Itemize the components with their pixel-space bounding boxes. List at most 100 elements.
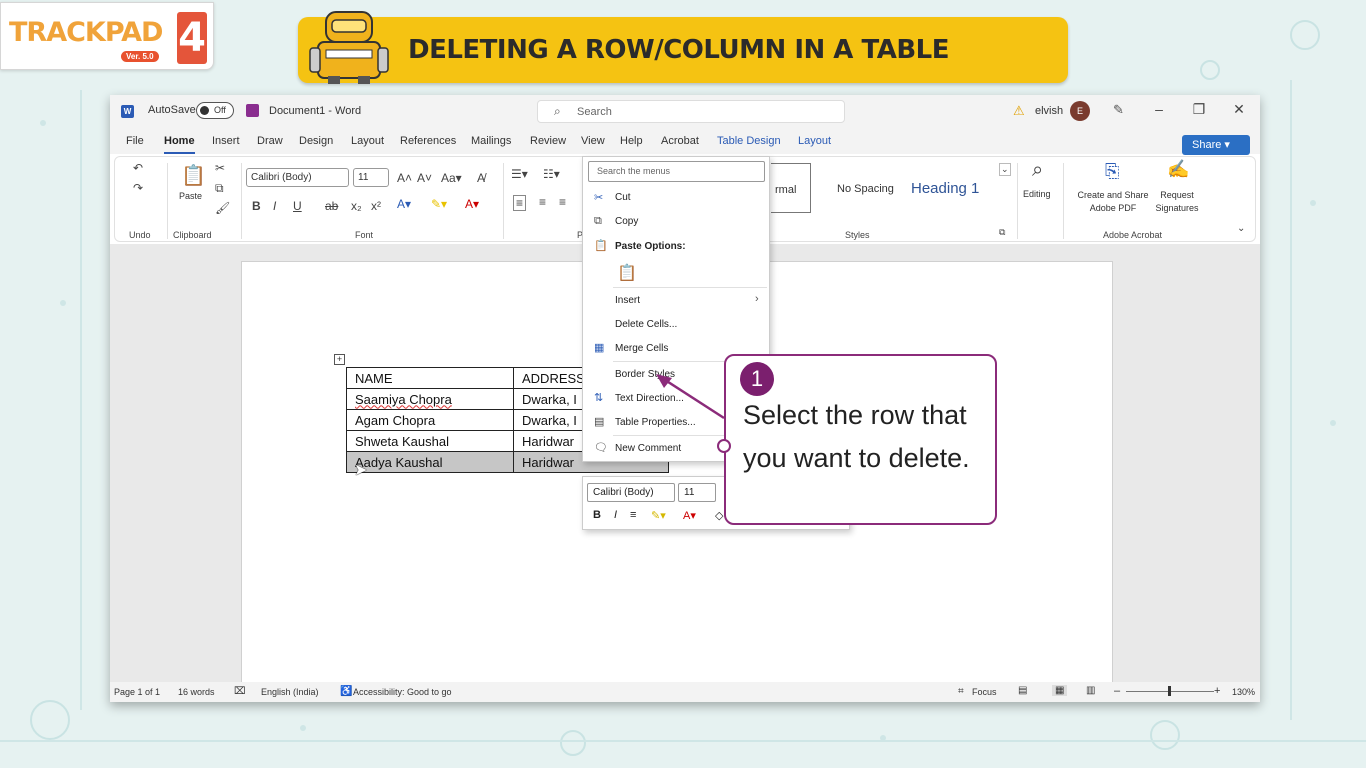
menu-search-input[interactable]: Search the menus (588, 161, 765, 182)
text-effects-icon[interactable]: A▾ (397, 197, 411, 211)
redo-icon[interactable]: ↷ (133, 181, 143, 195)
mini-font-color-icon[interactable]: A▾ (683, 509, 696, 522)
mini-align-icon[interactable]: ≡ (630, 509, 636, 521)
menu-item-merge-cells[interactable]: Merge Cells (615, 343, 668, 354)
style-no-spacing[interactable]: No Spacing (827, 163, 907, 213)
save-icon[interactable] (246, 104, 259, 117)
tab-layout[interactable]: Layout (351, 135, 384, 147)
style-heading-1[interactable]: Heading 1 (911, 163, 1001, 213)
tab-file[interactable]: File (126, 135, 144, 147)
tab-acrobat[interactable]: Acrobat (661, 135, 699, 147)
search-input[interactable]: ⌕ Search (537, 100, 845, 123)
bold-button[interactable]: B (252, 199, 261, 213)
focus-mode[interactable]: Focus (972, 687, 997, 697)
zoom-out-icon[interactable]: – (1114, 685, 1120, 697)
table-cell[interactable]: NAME (346, 367, 514, 389)
menu-item-new-comment[interactable]: New Comment (615, 443, 681, 454)
align-right-icon[interactable]: ≡ (559, 195, 566, 209)
menu-item-copy[interactable]: Copy (615, 216, 638, 227)
tab-table-layout[interactable]: Layout (798, 135, 831, 147)
table-cell[interactable]: Shweta Kaushal (346, 430, 514, 452)
table-cell[interactable]: Aadya Kaushal (346, 451, 514, 473)
font-name-select[interactable]: Calibri (Body) (246, 168, 349, 187)
change-case-icon[interactable]: Aa▾ (441, 171, 462, 185)
paste-label[interactable]: Paste (179, 191, 202, 201)
font-color-icon[interactable]: A▾ (465, 197, 479, 211)
close-icon[interactable]: ✕ (1229, 101, 1249, 118)
proofing-icon[interactable]: ⌧ (234, 686, 246, 697)
pen-icon[interactable]: ✎ (1113, 102, 1124, 118)
read-mode-icon[interactable]: ▤ (1018, 685, 1027, 696)
signature-icon[interactable]: ✍ (1167, 159, 1189, 180)
highlight-icon[interactable]: ✎▾ (431, 197, 447, 211)
table-cell[interactable]: Agam Chopra (346, 409, 514, 431)
style-normal[interactable]: rmal (771, 163, 811, 213)
strikethrough-button[interactable]: ab (325, 199, 338, 213)
table-move-handle-icon[interactable]: + (334, 354, 345, 365)
table-cell[interactable]: Saamiya Chopra (346, 388, 514, 410)
grow-font-icon[interactable]: A˄ (397, 171, 412, 185)
menu-item-delete-cells[interactable]: Delete Cells... (615, 319, 677, 330)
request-signatures-label[interactable]: Request Signatures (1151, 189, 1203, 215)
font-size-select[interactable]: 11 (353, 168, 389, 187)
zoom-slider-handle[interactable] (1168, 686, 1171, 696)
tab-mailings[interactable]: Mailings (471, 135, 511, 147)
mini-shading-icon[interactable]: ◇ (715, 509, 723, 522)
zoom-in-icon[interactable]: + (1214, 685, 1220, 697)
word-count[interactable]: 16 words (178, 687, 215, 697)
tab-draw[interactable]: Draw (257, 135, 283, 147)
tab-references[interactable]: References (400, 135, 456, 147)
create-share-pdf-label[interactable]: Create and Share Adobe PDF (1071, 189, 1155, 215)
menu-item-text-direction[interactable]: Text Direction... (615, 393, 684, 404)
copy-icon[interactable]: ⧉ (215, 181, 224, 196)
tab-insert[interactable]: Insert (212, 135, 240, 147)
cut-icon[interactable]: ✂ (215, 161, 225, 175)
align-left-icon[interactable]: ≡ (513, 195, 527, 211)
tab-help[interactable]: Help (620, 135, 643, 147)
paste-icon[interactable]: 📋 (181, 163, 206, 188)
print-layout-icon[interactable]: ▦ (1052, 685, 1068, 696)
menu-item-border-styles[interactable]: Border Styles (615, 369, 675, 380)
tab-review[interactable]: Review (530, 135, 566, 147)
clear-format-icon[interactable]: A̸ (477, 171, 485, 185)
tab-table-design[interactable]: Table Design (717, 135, 781, 147)
user-name[interactable]: elvish (1035, 105, 1063, 117)
mini-bold-button[interactable]: B (593, 509, 601, 521)
editing-search-icon[interactable]: ⌕ (1032, 159, 1043, 182)
language[interactable]: English (India) (261, 687, 319, 697)
align-center-icon[interactable]: ≡ (539, 195, 546, 209)
share-button[interactable]: Share ▾ (1182, 135, 1250, 155)
format-painter-icon[interactable]: 🖌 (215, 201, 230, 215)
zoom-level[interactable]: 130% (1232, 687, 1255, 697)
warning-icon[interactable]: ⚠ (1013, 103, 1025, 119)
menu-item-table-properties[interactable]: Table Properties... (615, 417, 696, 428)
autosave-toggle[interactable]: Off (196, 102, 234, 119)
bullets-icon[interactable]: ☰▾ (511, 167, 528, 181)
italic-button[interactable]: I (273, 199, 276, 213)
mini-font-size[interactable]: 11 (678, 483, 716, 502)
tab-home[interactable]: Home (164, 135, 195, 154)
tab-view[interactable]: View (581, 135, 605, 147)
tab-design[interactable]: Design (299, 135, 333, 147)
mini-font-name[interactable]: Calibri (Body) (587, 483, 675, 502)
styles-launcher-icon[interactable]: ⧉ (999, 227, 1005, 238)
mini-italic-button[interactable]: I (614, 509, 617, 521)
superscript-icon[interactable]: x² (371, 199, 381, 213)
underline-button[interactable]: U (293, 199, 302, 213)
mini-highlight-icon[interactable]: ✎▾ (651, 509, 666, 522)
web-layout-icon[interactable]: ▥ (1086, 685, 1095, 696)
numbering-icon[interactable]: ☷▾ (543, 167, 560, 181)
collapse-ribbon-icon[interactable]: ⌄ (1237, 223, 1245, 234)
editing-label[interactable]: Editing (1023, 189, 1051, 199)
page-count[interactable]: Page 1 of 1 (114, 687, 160, 697)
shrink-font-icon[interactable]: A˅ (417, 171, 432, 185)
menu-item-cut[interactable]: Cut (615, 192, 631, 203)
undo-icon[interactable]: ↶ (133, 161, 143, 175)
subscript-icon[interactable]: x₂ (351, 199, 362, 213)
paste-keep-format-icon[interactable]: 📋 (617, 263, 637, 283)
avatar[interactable]: E (1070, 101, 1090, 121)
accessibility-status[interactable]: Accessibility: Good to go (353, 687, 452, 697)
styles-scroll-icon[interactable]: ⌄ (999, 163, 1011, 176)
create-pdf-icon[interactable]: ⎘ (1105, 161, 1119, 182)
menu-item-insert[interactable]: Insert (615, 295, 640, 306)
